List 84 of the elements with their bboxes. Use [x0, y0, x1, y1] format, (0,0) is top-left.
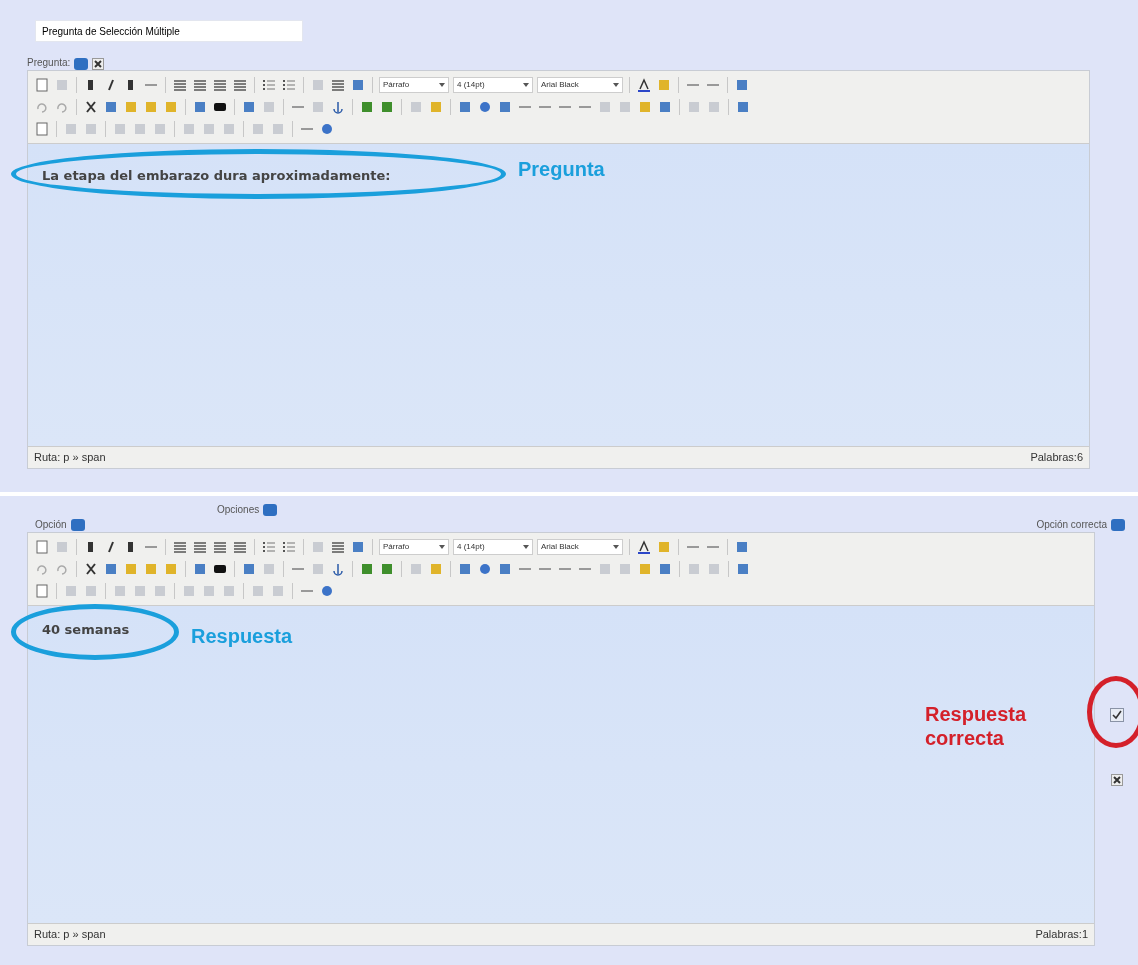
- page-icon[interactable]: [34, 539, 50, 555]
- tool-square-icon[interactable]: [163, 561, 179, 577]
- font-select[interactable]: Arial Black: [537, 539, 623, 555]
- tool-square-icon[interactable]: [379, 561, 395, 577]
- circle-icon[interactable]: [477, 99, 493, 115]
- annotation-label: Pregunta: [518, 157, 605, 182]
- tool-square-icon[interactable]: [163, 99, 179, 115]
- tool-square-icon[interactable]: [103, 561, 119, 577]
- title-input[interactable]: Pregunta de Selección Múltiple: [35, 20, 303, 42]
- tool-square-icon[interactable]: [123, 99, 139, 115]
- circle-icon[interactable]: [477, 561, 493, 577]
- scissors-icon[interactable]: [83, 561, 99, 577]
- align-lines-icon[interactable]: [172, 77, 188, 93]
- word-count: Palabras:1: [1035, 927, 1088, 942]
- align-lines-icon[interactable]: [232, 539, 248, 555]
- tool-square-icon[interactable]: [379, 99, 395, 115]
- tool-square-icon[interactable]: [497, 561, 513, 577]
- tool-square-icon[interactable]: [657, 561, 673, 577]
- tool-square-icon[interactable]: [103, 99, 119, 115]
- options-heading: Opciones: [217, 503, 260, 517]
- tool-square-icon[interactable]: [350, 77, 366, 93]
- tool-square-icon[interactable]: [192, 99, 208, 115]
- correct-checkbox[interactable]: [1109, 708, 1124, 722]
- highlight-circle: [1087, 676, 1138, 748]
- align-lines-icon[interactable]: [212, 539, 228, 555]
- align-lines-icon[interactable]: [330, 77, 346, 93]
- tool-square-icon[interactable]: [657, 99, 673, 115]
- align-lines-icon[interactable]: [192, 77, 208, 93]
- tool-square-icon[interactable]: [359, 99, 375, 115]
- option-label: Opción: [35, 518, 67, 532]
- page-icon[interactable]: [34, 121, 50, 137]
- align-lines-icon[interactable]: [172, 539, 188, 555]
- format-select[interactable]: Párrafo: [379, 539, 449, 555]
- tool-square-icon[interactable]: [637, 99, 653, 115]
- element-path: Ruta: p » span: [34, 927, 106, 942]
- delete-icon[interactable]: [92, 58, 105, 70]
- tool-square-icon[interactable]: [734, 77, 750, 93]
- question-label: Pregunta:: [27, 56, 71, 70]
- tool-square-icon[interactable]: [457, 99, 473, 115]
- bullet-list-icon[interactable]: [281, 539, 297, 555]
- font-select[interactable]: Arial Black: [537, 77, 623, 93]
- size-select[interactable]: 4 (14pt): [453, 77, 533, 93]
- tool-square-icon[interactable]: [735, 561, 751, 577]
- word-count: Palabras:6: [1030, 450, 1083, 465]
- delete-icon[interactable]: [1110, 774, 1123, 786]
- tool-square-icon[interactable]: [734, 539, 750, 555]
- element-path: Ruta: p » span: [34, 450, 106, 465]
- tool-square-icon[interactable]: [350, 539, 366, 555]
- tool-square-icon[interactable]: [143, 561, 159, 577]
- bullet-list-icon[interactable]: [261, 77, 277, 93]
- annotation-label: Respuesta correcta: [925, 702, 1028, 750]
- tool-square-icon[interactable]: [143, 99, 159, 115]
- annotation-label: Respuesta: [191, 624, 293, 649]
- correct-option-label: Opción correcta: [1036, 518, 1107, 532]
- align-lines-icon[interactable]: [330, 539, 346, 555]
- tool-square-icon[interactable]: [428, 99, 444, 115]
- tool-square-icon[interactable]: [428, 561, 444, 577]
- align-lines-icon[interactable]: [212, 77, 228, 93]
- tool-square-icon[interactable]: [123, 561, 139, 577]
- bullet-list-icon[interactable]: [261, 539, 277, 555]
- tool-square-icon[interactable]: [457, 561, 473, 577]
- tool-square-icon[interactable]: [637, 561, 653, 577]
- size-select[interactable]: 4 (14pt): [453, 539, 533, 555]
- anchor-icon[interactable]: [330, 561, 346, 577]
- tool-square-icon[interactable]: [241, 561, 257, 577]
- tool-square-icon[interactable]: [192, 561, 208, 577]
- underlined-color-icon[interactable]: [636, 77, 652, 93]
- align-lines-icon[interactable]: [192, 539, 208, 555]
- tool-square-icon[interactable]: [497, 99, 513, 115]
- circle-icon[interactable]: [319, 121, 335, 137]
- bullet-list-icon[interactable]: [281, 77, 297, 93]
- format-select[interactable]: Párrafo: [379, 77, 449, 93]
- editor-text: La etapa del embarazo dura aproximadamente:: [42, 167, 391, 185]
- tool-square-icon[interactable]: [735, 99, 751, 115]
- tool-square-icon[interactable]: [359, 561, 375, 577]
- page-icon[interactable]: [34, 583, 50, 599]
- scissors-icon[interactable]: [83, 99, 99, 115]
- circle-icon[interactable]: [319, 583, 335, 599]
- tool-square-icon[interactable]: [241, 99, 257, 115]
- editor-text: 40 semanas: [42, 621, 130, 639]
- underlined-color-icon[interactable]: [636, 539, 652, 555]
- anchor-icon[interactable]: [330, 99, 346, 115]
- page-icon[interactable]: [34, 77, 50, 93]
- align-lines-icon[interactable]: [232, 77, 248, 93]
